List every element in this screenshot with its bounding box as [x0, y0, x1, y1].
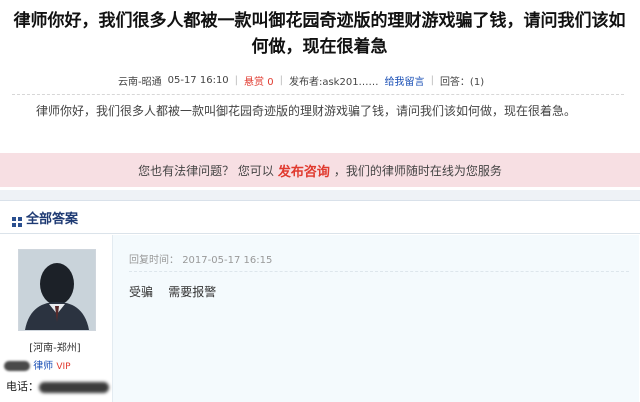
question-card: 律师你好，我们很多人都被一款叫御花园奇迹版的理财游戏骗了钱，请问我们该如何做，现… [0, 0, 640, 190]
answer-content: 回复时间： 2017-05-17 16:15 受骗 需要报警 [112, 235, 639, 402]
lawyer-phone: 电话： [6, 378, 116, 394]
phone-label: 电话： [6, 380, 39, 393]
answer-text: 受骗 需要报警 [129, 285, 217, 299]
lawyer-location: [河南-郑州] [29, 343, 81, 354]
answers-title: 全部答案 [26, 211, 79, 227]
lawyer-profile: [河南-郑州] 律师 VIP 电话： [0, 235, 110, 402]
question-meta: 云南-昭通 05-17 16:10 | 悬赏 0 | 发布者:ask201…… … [118, 70, 484, 90]
divider [12, 94, 624, 95]
meta-location: 云南-昭通 [118, 76, 162, 88]
answers-section: 全部答案 [河南-郑州] 律师 VIP 电话： 回复时间： 2017-05-17… [0, 200, 640, 402]
list-icon [12, 212, 22, 227]
meta-separator: | [279, 74, 283, 86]
divider [0, 233, 640, 234]
meta-replies: 回答：(1) [439, 76, 485, 88]
lawyer-role[interactable]: 律师 [33, 361, 53, 372]
lawyer-name-redacted [4, 361, 30, 371]
meta-reward: 悬赏 0 [244, 76, 274, 88]
phone-redacted [39, 381, 109, 393]
question-body: 律师你好，我们很多人都被一款叫御花园奇迹版的理财游戏骗了钱，请问我们该如何做，现… [36, 104, 577, 118]
consult-banner: 您也有法律问题？ 您可以 发布咨询 ，我们的律师随时在线为您服务 [0, 153, 640, 187]
consult-suffix: ，我们的律师随时在线为您服务 [333, 163, 502, 178]
meta-separator: | [430, 74, 434, 86]
meta-date: 05-17 16:10 [167, 74, 229, 86]
reply-time-value: 2017-05-17 16:15 [182, 255, 273, 266]
vip-badge: VIP [56, 362, 71, 372]
reply-time-label: 回复时间： [129, 255, 179, 266]
reply-time: 回复时间： 2017-05-17 16:15 [129, 251, 272, 266]
question-title: 律师你好，我们很多人都被一款叫御花园奇迹版的理财游戏骗了钱，请问我们该如何做，现… [13, 11, 626, 57]
publish-consult-link[interactable]: 发布咨询 [278, 161, 330, 180]
meta-asker: 发布者:ask201…… [288, 76, 379, 88]
avatar[interactable] [18, 249, 96, 331]
leave-message-link[interactable]: 给我留言 [385, 73, 425, 88]
consult-prefix: 您也有法律问题？ 您可以 [138, 163, 274, 178]
answers-header: 全部答案 [0, 201, 640, 233]
lawyer-name-line: 律师 VIP [4, 357, 110, 372]
divider [129, 271, 629, 272]
meta-separator: | [234, 74, 239, 86]
